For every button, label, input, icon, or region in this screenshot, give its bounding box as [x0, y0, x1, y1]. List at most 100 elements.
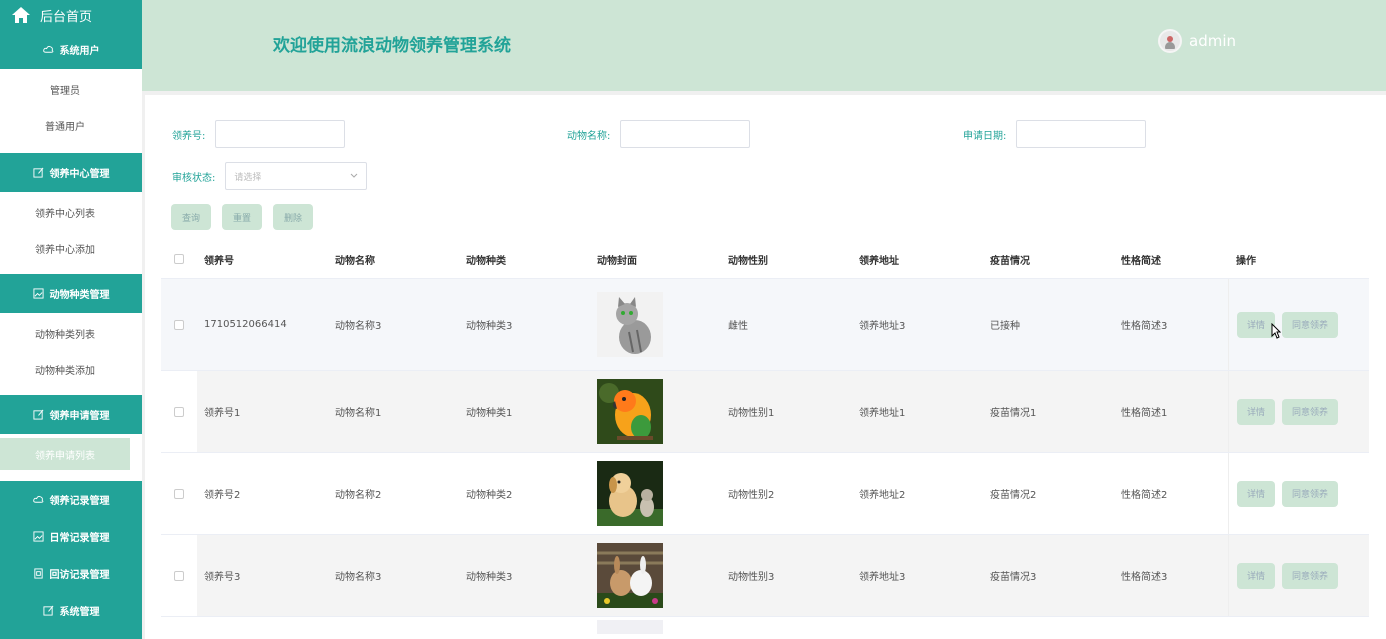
- sidebar-group-adopt-record[interactable]: 领养记录管理: [0, 481, 142, 518]
- sidebar-item-admin[interactable]: 管理员: [0, 73, 130, 105]
- sidebar-home-label: 后台首页: [40, 9, 93, 25]
- cell-address: 领养地址3: [859, 321, 906, 332]
- sidebar-group-label: 回访记录管理: [49, 570, 110, 581]
- cell-adopt-no: 领养号2: [204, 490, 241, 501]
- search-buttons: 查询 重置 删除: [171, 204, 324, 230]
- status-select[interactable]: 请选择: [225, 162, 368, 190]
- col-header: 领养号: [204, 255, 234, 267]
- sidebar-group-adopt-apply[interactable]: 领养申请管理: [0, 395, 142, 434]
- sidebar-group-visit-record[interactable]: 回访记录管理: [0, 555, 142, 592]
- table-row: [161, 617, 1369, 637]
- col-header: 操作: [1236, 255, 1256, 267]
- user-avatar-icon: [1165, 36, 1175, 49]
- row-checkbox[interactable]: [174, 488, 184, 499]
- table-header: 领养号 动物名称 动物种类 动物封面 动物性别 领养地址 疫苗情况 性格简述 操…: [161, 240, 1369, 279]
- sidebar-item-adopt-apply-list[interactable]: 领养申请列表: [0, 438, 130, 470]
- select-all-checkbox[interactable]: [174, 254, 184, 264]
- row-checkbox[interactable]: [174, 406, 184, 417]
- cell-adopt-no: 1710512066414: [204, 319, 287, 330]
- detail-button[interactable]: 详情: [1237, 562, 1276, 589]
- cell-gender: 动物性别3: [728, 572, 775, 583]
- cell-actions: 详情 同意领养: [1228, 535, 1345, 616]
- sidebar-item-adopt-center-add[interactable]: 领养中心添加: [0, 232, 130, 264]
- animal-name-label: 动物名称:: [567, 130, 611, 142]
- col-header: 动物名称: [335, 255, 375, 267]
- document-icon: [33, 568, 43, 579]
- agree-adopt-button[interactable]: 同意领养: [1282, 562, 1339, 589]
- page-title: 欢迎使用流浪动物领养管理系统: [273, 36, 511, 56]
- cell-animal-kind: 动物种类2: [466, 490, 513, 501]
- sidebar-group-system[interactable]: 系统管理: [0, 592, 142, 629]
- cell-gender: 动物性别1: [728, 408, 775, 419]
- table-row[interactable]: 领养号1 动物名称1 动物种类1 动物性别1 领养地址1 疫苗情况1 性格简述1…: [161, 371, 1369, 453]
- sidebar-group-label: 动物种类管理: [49, 290, 110, 301]
- agree-adopt-button[interactable]: 同意领养: [1282, 311, 1339, 338]
- sidebar-item-users[interactable]: 普通用户: [0, 109, 130, 141]
- col-header: 动物种类: [466, 255, 506, 267]
- cell-actions: 详情 同意领养: [1228, 371, 1345, 452]
- sidebar-group-label: 系统管理: [59, 607, 100, 618]
- cell-trait: 性格简述2: [1121, 490, 1168, 501]
- cell-address: 领养地址1: [859, 408, 906, 419]
- cell-animal-name: 动物名称3: [335, 572, 382, 583]
- sidebar-item-adopt-center-list[interactable]: 领养中心列表: [0, 196, 130, 228]
- cell-cover: [590, 461, 721, 526]
- parrot-image: [597, 379, 663, 444]
- sidebar-item-animal-kind-list[interactable]: 动物种类列表: [0, 317, 130, 349]
- table-row[interactable]: 领养号2 动物名称2 动物种类2 动物性别2 领养地址2 疫苗情况2 性格简述2…: [161, 453, 1369, 535]
- col-header: 动物封面: [597, 255, 637, 267]
- cloud-icon: [42, 46, 53, 53]
- user-menu[interactable]: admin: [1158, 29, 1236, 53]
- cell-actions: 详情 同意领养: [1228, 453, 1345, 534]
- cell-vaccine: 疫苗情况1: [990, 408, 1037, 419]
- agree-adopt-button[interactable]: 同意领养: [1282, 480, 1339, 507]
- cell-trait: 性格简述3: [1121, 321, 1168, 332]
- detail-button[interactable]: 详情: [1237, 398, 1276, 425]
- sidebar-item-animal-kind-add[interactable]: 动物种类添加: [0, 353, 130, 385]
- chevron-down-icon: [351, 173, 358, 178]
- adopt-no-label: 领养号:: [172, 130, 206, 142]
- cell-animal-name: 动物名称1: [335, 408, 382, 419]
- query-button[interactable]: 查询: [171, 204, 212, 230]
- detail-button[interactable]: 详情: [1237, 311, 1276, 338]
- cell-adopt-no: 领养号1: [204, 408, 241, 419]
- animal-name-input[interactable]: [620, 120, 751, 148]
- search-animal-name: 动物名称:: [567, 120, 751, 148]
- edit-icon: [32, 409, 43, 420]
- sidebar-group-label: 领养中心管理: [49, 169, 110, 180]
- adopt-apply-table: 领养号 动物名称 动物种类 动物封面 动物性别 领养地址 疫苗情况 性格简述 操…: [161, 240, 1369, 637]
- sidebar-group-animal-kind[interactable]: 动物种类管理: [0, 274, 142, 313]
- cat-image: [597, 292, 663, 357]
- agree-adopt-button[interactable]: 同意领养: [1282, 398, 1339, 425]
- cell-vaccine: 已接种: [990, 321, 1020, 332]
- cell-cover: [590, 292, 721, 357]
- cell-animal-name: 动物名称2: [335, 490, 382, 501]
- table-row[interactable]: 领养号3 动物名称3 动物种类3 动物性别3 领养地址3 疫苗情况3 性格简述3…: [161, 535, 1369, 617]
- reset-button[interactable]: 重置: [222, 204, 263, 230]
- col-header: 动物性别: [728, 255, 768, 267]
- sidebar-home[interactable]: 后台首页: [0, 0, 142, 30]
- table-row[interactable]: 1710512066414 动物名称3 动物种类3 雌性 领养地址3 已接种 性…: [161, 279, 1369, 371]
- sidebar-bottom-groups: 领养记录管理 日常记录管理 回访记录管理 系统管理: [0, 481, 142, 639]
- cell-actions: 详情 同意领养: [1228, 279, 1345, 370]
- sidebar: 后台首页 系统用户 管理员 普通用户 领养中心管理 领养中心列表 领养中心添加 …: [0, 0, 142, 639]
- sidebar-group-daily-record[interactable]: 日常记录管理: [0, 518, 142, 555]
- cell-vaccine: 疫苗情况2: [990, 490, 1037, 501]
- col-header: 性格简述: [1121, 255, 1161, 267]
- cell-address: 领养地址3: [859, 572, 906, 583]
- rabbits-image: [597, 543, 663, 608]
- sidebar-group-system-users[interactable]: 系统用户: [0, 30, 142, 69]
- row-checkbox[interactable]: [174, 570, 184, 581]
- image-icon: [32, 531, 44, 542]
- row-checkbox[interactable]: [174, 319, 184, 330]
- apply-date-input[interactable]: [1016, 120, 1147, 148]
- cell-adopt-no: 领养号3: [204, 572, 241, 583]
- detail-button[interactable]: 详情: [1237, 480, 1276, 507]
- delete-button[interactable]: 删除: [273, 204, 314, 230]
- apply-date-label: 申请日期:: [963, 130, 1007, 142]
- cell-cover: [590, 379, 721, 444]
- sidebar-group-label: 系统用户: [59, 46, 100, 57]
- adopt-no-input[interactable]: [215, 120, 346, 148]
- status-placeholder: 请选择: [234, 172, 262, 183]
- sidebar-group-adopt-center[interactable]: 领养中心管理: [0, 153, 142, 192]
